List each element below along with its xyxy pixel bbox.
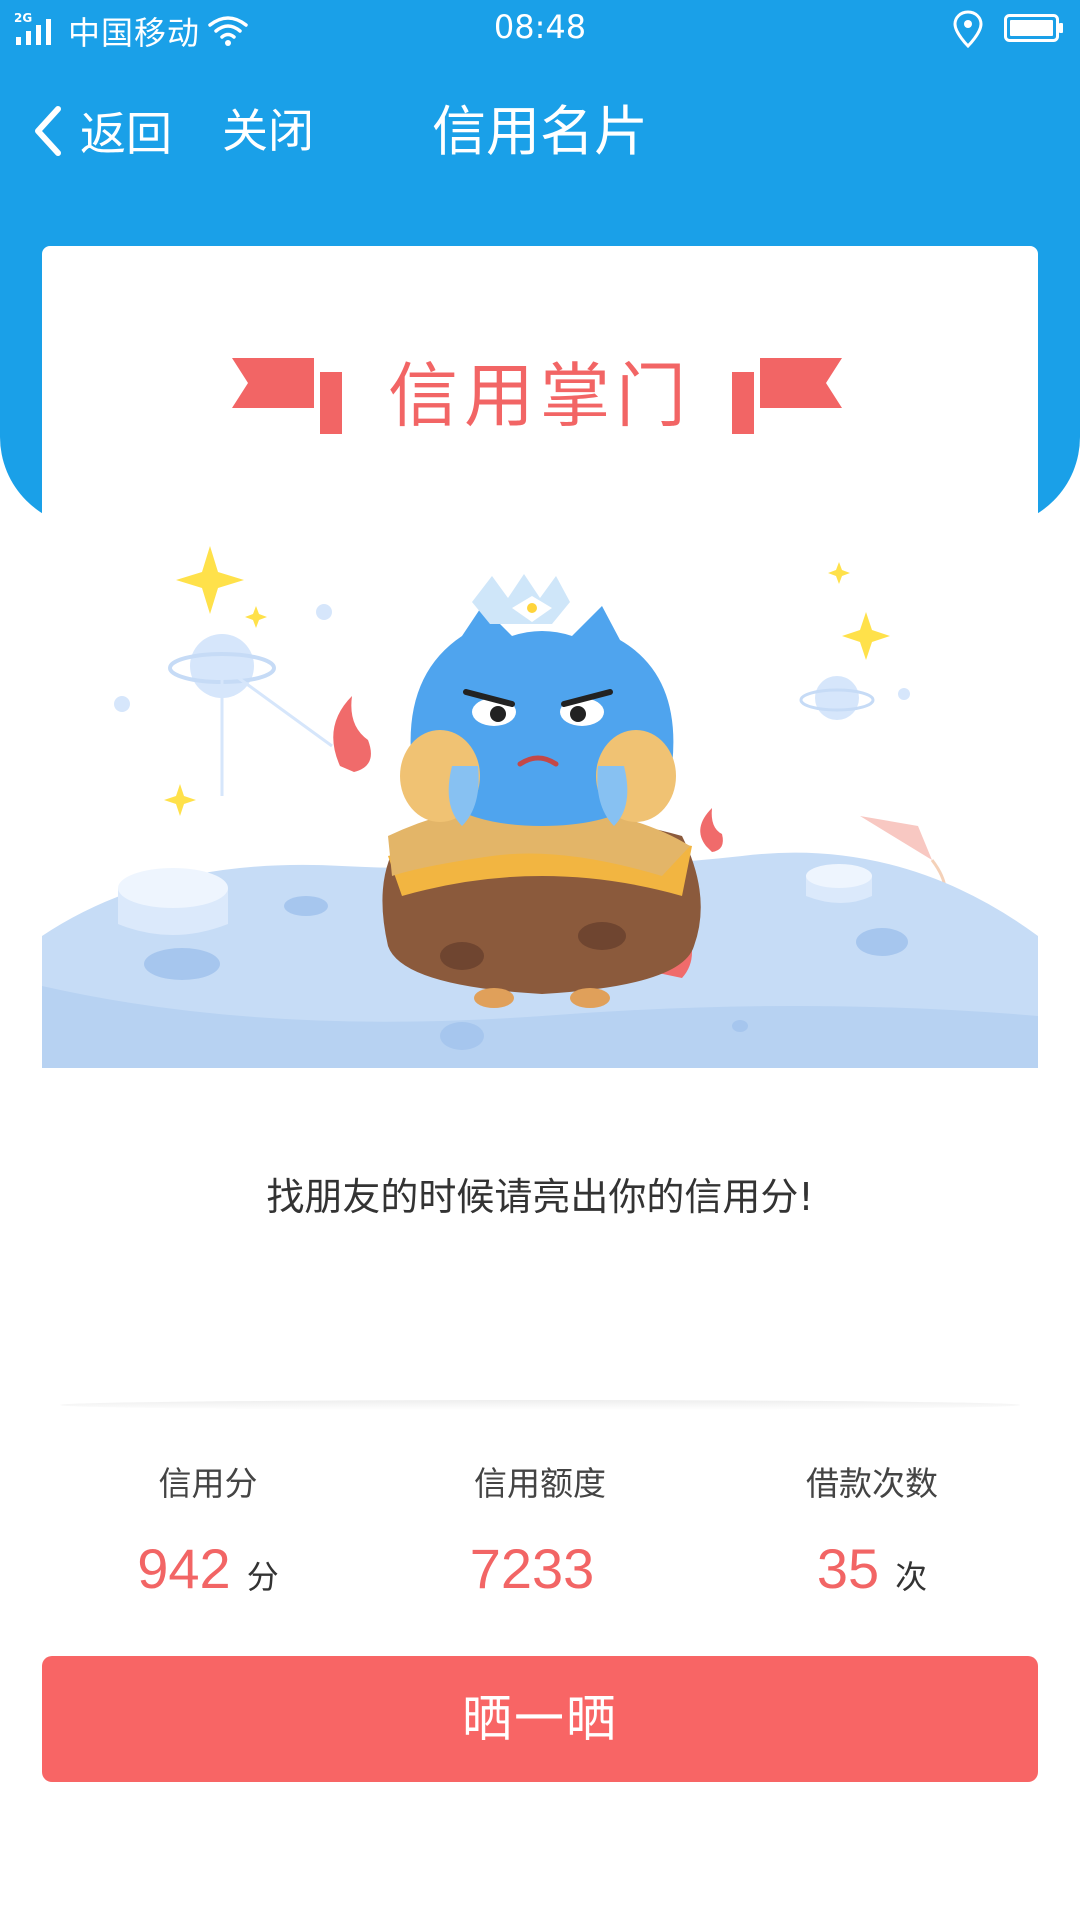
- stat-value: 942: [137, 1537, 231, 1600]
- stat-loan-count: 借款次数 35 次: [706, 1462, 1038, 1601]
- status-bar: 2G 中国移动 08:48: [0, 0, 1080, 56]
- stat-credit-limit: 信用额度 7233: [374, 1462, 706, 1601]
- stat-unit: 次: [895, 1558, 928, 1596]
- stat-label: 信用额度: [474, 1464, 606, 1503]
- location-icon: [953, 10, 983, 48]
- mascot-illustration: [42, 546, 1038, 1068]
- stat-value-row: 942 分: [42, 1536, 374, 1601]
- credit-card-panel: 信用掌门 找朋友的时候请亮出你的信用分!: [42, 246, 1038, 1400]
- stat-label: 信用分: [158, 1464, 258, 1503]
- ribbon-right-icon: [732, 358, 842, 434]
- stat-value-row: 7233: [374, 1536, 706, 1601]
- stat-value-row: 35 次: [706, 1536, 1038, 1601]
- nav-bar: 返回 关闭 信用名片: [0, 88, 1080, 174]
- stat-value: 35: [816, 1537, 880, 1600]
- battery-icon: [1004, 14, 1063, 42]
- stat-unit: 分: [246, 1558, 279, 1596]
- stat-credit-score: 信用分 942 分: [42, 1462, 374, 1601]
- page-title: 信用名片: [432, 100, 648, 163]
- card-title: 信用掌门: [388, 355, 692, 437]
- card-title-banner: 信用掌门: [42, 346, 1038, 446]
- card-divider-shadow: [60, 1400, 1020, 1410]
- status-time: 08:48: [493, 8, 587, 46]
- share-button[interactable]: 晒一晒: [42, 1656, 1038, 1782]
- slogan-text: 找朋友的时候请亮出你的信用分!: [266, 1175, 814, 1219]
- stat-label: 借款次数: [806, 1464, 938, 1503]
- credit-stats: 信用分 942 分 信用额度 7233 借款次数 35 次: [42, 1462, 1038, 1612]
- stat-value: 7233: [469, 1537, 595, 1600]
